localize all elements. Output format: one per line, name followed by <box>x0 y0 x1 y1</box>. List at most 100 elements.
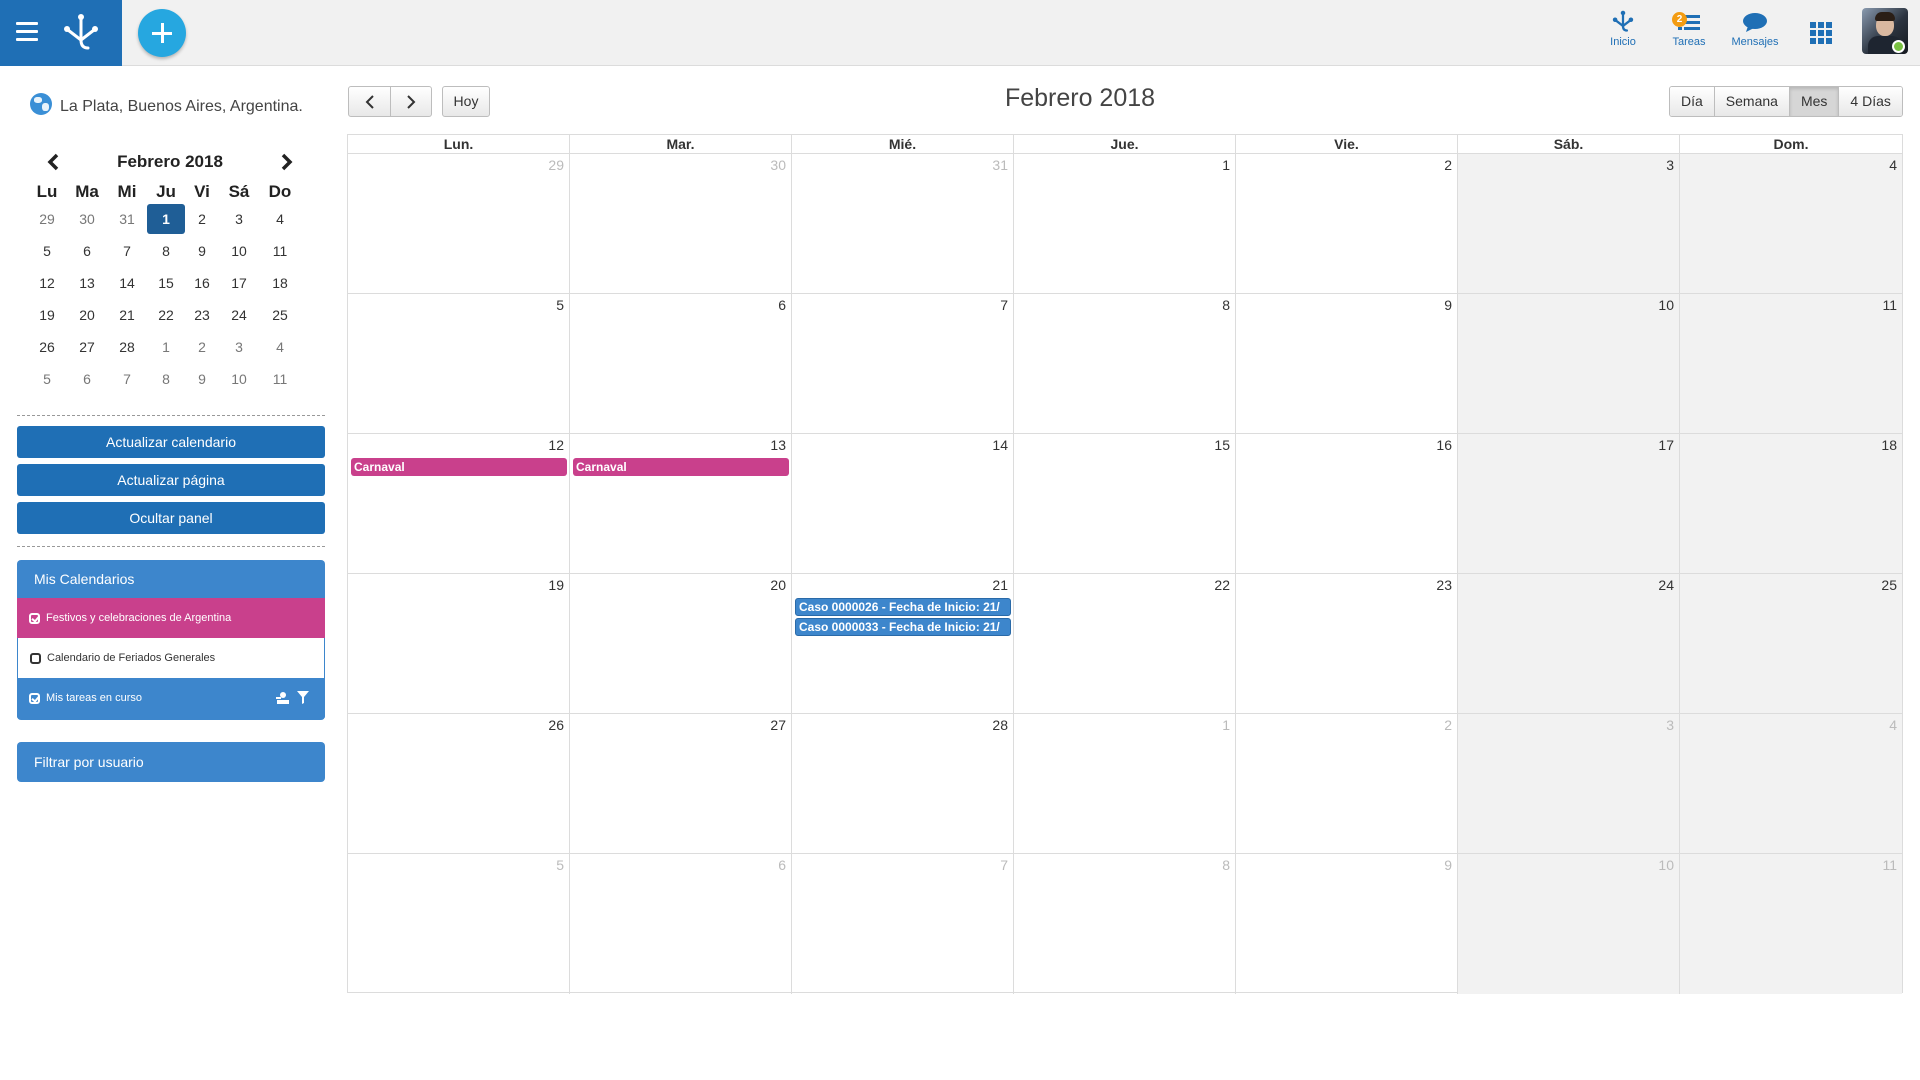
day-number[interactable]: 28 <box>992 717 1008 733</box>
day-cell[interactable]: 15 <box>1014 434 1236 574</box>
day-number[interactable]: 3 <box>1666 717 1674 733</box>
mini-calendar-day[interactable]: 29 <box>28 204 66 234</box>
mini-calendar-day[interactable]: 18 <box>261 268 299 298</box>
day-cell[interactable]: 1 <box>1014 714 1236 854</box>
day-cell[interactable]: 28 <box>792 714 1014 854</box>
mini-calendar-day[interactable]: 10 <box>220 236 258 266</box>
mini-calendar-day[interactable]: 15 <box>147 268 185 298</box>
apps-grid-icon[interactable] <box>1810 22 1832 44</box>
day-cell[interactable]: 7 <box>792 854 1014 994</box>
mini-calendar-day[interactable]: 16 <box>183 268 221 298</box>
day-cell[interactable]: 5 <box>348 854 570 994</box>
day-cell[interactable]: 21 <box>792 574 1014 714</box>
day-cell[interactable]: 22 <box>1014 574 1236 714</box>
tareas-button[interactable]: 2 Tareas <box>1654 8 1724 58</box>
next-month-button[interactable] <box>390 87 431 116</box>
view-button-3[interactable]: 4 Días <box>1838 87 1902 116</box>
day-number[interactable]: 11 <box>1882 857 1897 873</box>
day-cell[interactable]: 9 <box>1236 854 1458 994</box>
day-cell[interactable]: 10 <box>1458 854 1680 994</box>
user-assign-icon[interactable] <box>276 691 289 704</box>
day-cell[interactable]: 19 <box>348 574 570 714</box>
mini-calendar-day[interactable]: 11 <box>261 236 299 266</box>
mini-calendar-day[interactable]: 31 <box>108 204 146 234</box>
mini-calendar-day[interactable]: 23 <box>183 300 221 330</box>
mini-calendar-day[interactable]: 25 <box>261 300 299 330</box>
mini-calendar-day[interactable]: 28 <box>108 332 146 362</box>
day-number[interactable]: 13 <box>770 437 786 453</box>
mini-calendar-day[interactable]: 14 <box>108 268 146 298</box>
day-cell[interactable]: 27 <box>570 714 792 854</box>
mini-calendar-day[interactable]: 2 <box>183 204 221 234</box>
day-cell[interactable]: 14 <box>792 434 1014 574</box>
add-new-button[interactable] <box>138 9 186 57</box>
day-number[interactable]: 5 <box>556 297 564 313</box>
mini-calendar-day[interactable]: 27 <box>68 332 106 362</box>
day-number[interactable]: 4 <box>1889 157 1897 173</box>
day-cell[interactable]: 11 <box>1680 854 1902 994</box>
day-cell[interactable]: 17 <box>1458 434 1680 574</box>
day-number[interactable]: 8 <box>1222 857 1230 873</box>
day-number[interactable]: 9 <box>1444 297 1452 313</box>
calendar-event[interactable]: Carnaval <box>351 458 567 476</box>
mini-calendar-day[interactable]: 9 <box>183 236 221 266</box>
day-number[interactable]: 1 <box>1222 717 1230 733</box>
day-cell[interactable]: 20 <box>570 574 792 714</box>
day-cell[interactable]: 11 <box>1680 294 1902 434</box>
mini-calendar-day[interactable]: 26 <box>28 332 66 362</box>
prev-month-button[interactable] <box>349 87 390 116</box>
day-cell[interactable]: 25 <box>1680 574 1902 714</box>
today-button[interactable]: Hoy <box>442 86 490 117</box>
calendar-event[interactable]: Caso 0000026 - Fecha de Inicio: 21/ <box>795 598 1011 616</box>
mini-calendar-day[interactable]: 6 <box>68 236 106 266</box>
day-cell[interactable]: 12 <box>348 434 570 574</box>
day-number[interactable]: 22 <box>1214 577 1230 593</box>
day-cell[interactable]: 3 <box>1458 714 1680 854</box>
day-cell[interactable]: 9 <box>1236 294 1458 434</box>
mini-calendar-day[interactable]: 17 <box>220 268 258 298</box>
day-number[interactable]: 25 <box>1881 577 1897 593</box>
refresh-page-button[interactable]: Actualizar página <box>17 464 325 496</box>
day-number[interactable]: 26 <box>548 717 564 733</box>
mini-calendar-day[interactable]: 1 <box>147 204 185 234</box>
day-cell[interactable]: 29 <box>348 154 570 294</box>
day-number[interactable]: 9 <box>1444 857 1452 873</box>
day-cell[interactable]: 16 <box>1236 434 1458 574</box>
day-number[interactable]: 17 <box>1658 437 1674 453</box>
mini-calendar-day[interactable]: 4 <box>261 332 299 362</box>
day-cell[interactable]: 8 <box>1014 854 1236 994</box>
mini-calendar-day[interactable]: 20 <box>68 300 106 330</box>
day-cell[interactable]: 2 <box>1236 714 1458 854</box>
day-cell[interactable]: 5 <box>348 294 570 434</box>
day-number[interactable]: 27 <box>770 717 786 733</box>
day-number[interactable]: 21 <box>992 577 1008 593</box>
my-calendars-header[interactable]: Mis Calendarios <box>17 560 325 598</box>
day-cell[interactable]: 30 <box>570 154 792 294</box>
mini-calendar-day[interactable]: 2 <box>183 332 221 362</box>
day-number[interactable]: 31 <box>992 157 1008 173</box>
day-number[interactable]: 10 <box>1658 857 1674 873</box>
day-number[interactable]: 10 <box>1658 297 1674 313</box>
day-number[interactable]: 7 <box>1000 857 1008 873</box>
day-number[interactable]: 30 <box>770 157 786 173</box>
day-number[interactable]: 6 <box>778 297 786 313</box>
day-cell[interactable]: 4 <box>1680 154 1902 294</box>
day-cell[interactable]: 24 <box>1458 574 1680 714</box>
mini-calendar-day[interactable]: 3 <box>220 204 258 234</box>
mini-calendar-day[interactable]: 5 <box>28 364 66 394</box>
mini-calendar-day[interactable]: 4 <box>261 204 299 234</box>
day-number[interactable]: 2 <box>1444 717 1452 733</box>
calendar-item-feriados-generales[interactable]: Calendario de Feriados Generales <box>17 638 325 678</box>
day-cell[interactable]: 6 <box>570 854 792 994</box>
mini-calendar-day[interactable]: 11 <box>261 364 299 394</box>
day-number[interactable]: 6 <box>778 857 786 873</box>
day-cell[interactable]: 3 <box>1458 154 1680 294</box>
view-button-0[interactable]: Día <box>1670 87 1714 116</box>
calendar-event[interactable]: Caso 0000033 - Fecha de Inicio: 21/ <box>795 618 1011 636</box>
mini-calendar-day[interactable]: 8 <box>147 364 185 394</box>
day-number[interactable]: 16 <box>1436 437 1452 453</box>
mini-calendar-day[interactable]: 5 <box>28 236 66 266</box>
filter-by-user-button[interactable]: Filtrar por usuario <box>17 742 325 782</box>
hamburger-menu-icon[interactable] <box>16 22 38 42</box>
day-cell[interactable]: 10 <box>1458 294 1680 434</box>
